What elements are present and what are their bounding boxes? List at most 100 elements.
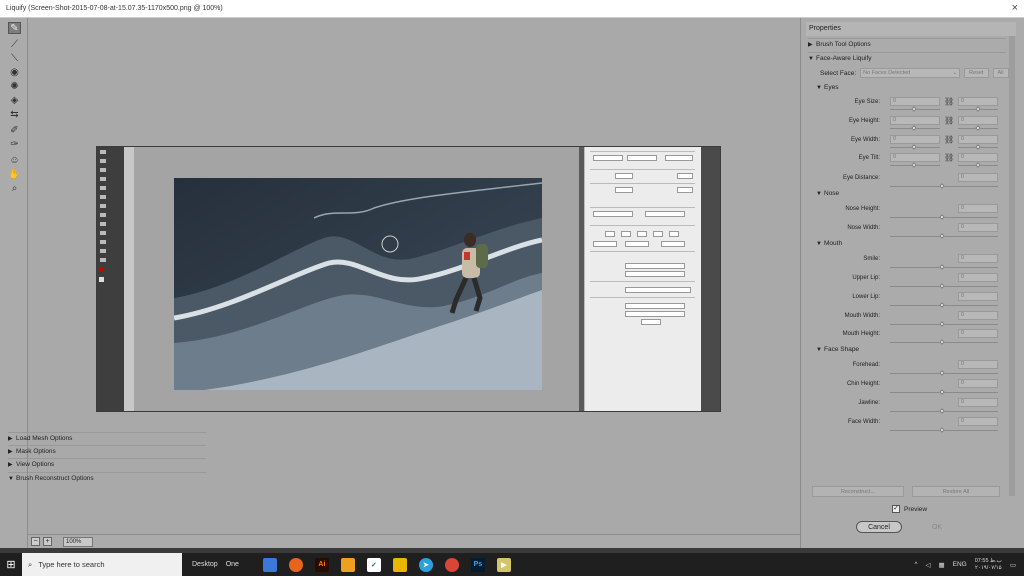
zoom-in-button[interactable]: + (43, 537, 52, 546)
face-width-input[interactable]: 0 (958, 417, 998, 426)
zoom-level-field[interactable]: 100% (63, 536, 93, 547)
nose-height-input[interactable]: 0 (958, 204, 998, 213)
face-tool-icon[interactable]: ☺ (8, 154, 21, 166)
lower-lip-input[interactable]: 0 (958, 292, 998, 301)
ok-button[interactable]: OK (914, 521, 960, 533)
freeze-mask-tool-icon[interactable]: ✐ (8, 124, 21, 136)
mouth-width-input[interactable]: 0 (958, 311, 998, 320)
thaw-mask-tool-icon[interactable]: ✑ (8, 138, 21, 150)
slider-thumb[interactable] (939, 321, 945, 327)
eye-size-right-input[interactable]: 0 (958, 97, 998, 106)
subsection-nose[interactable]: ▼ Nose (816, 190, 839, 197)
network-icon[interactable]: ▦ (939, 561, 945, 569)
windows-start-icon[interactable]: ⊞ (0, 553, 22, 576)
slider-thumb[interactable] (939, 370, 945, 376)
reconstruct-tool-icon[interactable]: ⟋ (8, 38, 21, 50)
select-face-dropdown[interactable]: No Faces Detected ⌄ (860, 68, 961, 78)
zoom-tool-icon[interactable]: ⌕ (8, 182, 21, 194)
section-view-options[interactable]: ▶ View Options (8, 458, 206, 470)
subsection-mouth[interactable]: ▼ Mouth (816, 240, 842, 247)
mouth-height-input[interactable]: 0 (958, 329, 998, 338)
link-icon[interactable]: ⛓ (944, 97, 954, 106)
eye-distance-input[interactable]: 0 (958, 173, 998, 182)
cancel-button[interactable]: Cancel (856, 521, 902, 533)
slider-thumb[interactable] (939, 408, 945, 414)
folder-icon[interactable] (392, 557, 407, 572)
eye-width-left-input[interactable]: 0 (890, 135, 940, 144)
all-button[interactable]: All (992, 68, 1009, 78)
upper-lip-input[interactable]: 0 (958, 273, 998, 282)
chrome-icon[interactable] (444, 557, 459, 572)
slider-thumb[interactable] (939, 283, 945, 289)
smile-input[interactable]: 0 (958, 254, 998, 263)
slider-thumb[interactable] (939, 302, 945, 308)
forward-warp-tool-icon[interactable]: ✎ (8, 22, 21, 34)
volume-icon[interactable]: ◁ (926, 561, 931, 569)
jawline-input[interactable]: 0 (958, 398, 998, 407)
eye-height-left-input[interactable]: 0 (890, 116, 940, 125)
bloat-tool-icon[interactable]: ◈ (8, 94, 21, 106)
section-mask-options[interactable]: ▶ Mask Options (8, 445, 206, 457)
subsection-face-shape[interactable]: ▼ Face Shape (816, 346, 859, 353)
slider-thumb[interactable] (975, 144, 981, 150)
photoshop-icon[interactable]: Ps (470, 557, 485, 572)
slider-thumb[interactable] (975, 125, 981, 131)
link-icon[interactable]: ⛓ (944, 116, 954, 125)
slider-thumb[interactable] (939, 264, 945, 270)
clock[interactable]: 07:55 ب.ظ ۲۰۱۹/۰۷/۱۵ (975, 558, 1002, 572)
illustrator-icon[interactable]: Ai (314, 557, 329, 572)
restore-all-button[interactable]: Restore All (912, 486, 1000, 497)
app-icon[interactable]: ✓ (366, 557, 381, 572)
eye-width-right-input[interactable]: 0 (958, 135, 998, 144)
preview-checkbox-row[interactable]: ✓ Preview (892, 505, 927, 513)
section-load-mesh-options[interactable]: ▶ Load Mesh Options (8, 432, 206, 444)
smooth-tool-icon[interactable]: ⟍ (8, 52, 21, 64)
pucker-tool-icon[interactable]: ✺ (8, 80, 21, 92)
onedrive-label[interactable]: One (226, 561, 239, 568)
eye-tilt-left-input[interactable]: 0 (890, 153, 940, 162)
notifications-icon[interactable]: ▭ (1010, 561, 1016, 569)
slider-thumb[interactable] (939, 339, 945, 345)
reset-button[interactable]: Reset (964, 68, 989, 78)
properties-scrollbar[interactable] (1009, 36, 1015, 496)
section-face-aware-liquify[interactable]: ▼ Face-Aware Liquify (808, 52, 1006, 64)
language-indicator[interactable]: ENG (953, 561, 967, 568)
hand-tool-icon[interactable]: ✋ (8, 168, 21, 180)
slider-thumb[interactable] (939, 389, 945, 395)
preview-checkbox[interactable]: ✓ (892, 505, 900, 513)
slider-thumb[interactable] (939, 214, 945, 220)
slider-thumb[interactable] (911, 144, 917, 150)
slider-thumb[interactable] (911, 125, 917, 131)
telegram-icon[interactable]: ➤ (418, 557, 433, 572)
taskbar-search-box[interactable]: ⌕ Type here to search (22, 553, 182, 576)
eye-height-right-input[interactable]: 0 (958, 116, 998, 125)
reconstruct-button[interactable]: Reconstruct... (812, 486, 904, 497)
nose-width-input[interactable]: 0 (958, 223, 998, 232)
eye-size-left-input[interactable]: 0 (890, 97, 940, 106)
zoom-out-button[interactable]: − (31, 537, 40, 546)
section-brush-tool-options[interactable]: ▶ Brush Tool Options (808, 38, 1006, 50)
slider-thumb[interactable] (911, 106, 917, 112)
slider-thumb[interactable] (939, 233, 945, 239)
push-left-tool-icon[interactable]: ⇆ (8, 108, 21, 120)
chin-height-input[interactable]: 0 (958, 379, 998, 388)
close-icon[interactable]: × (1012, 2, 1018, 14)
twirl-tool-icon[interactable]: ◉ (8, 66, 21, 78)
slider-thumb[interactable] (975, 106, 981, 112)
file-explorer-icon[interactable] (262, 557, 277, 572)
slider-thumb[interactable] (975, 162, 981, 168)
link-icon[interactable]: ⛓ (944, 135, 954, 144)
firefox-icon[interactable] (288, 557, 303, 572)
eye-tilt-right-input[interactable]: 0 (958, 153, 998, 162)
forehead-input[interactable]: 0 (958, 360, 998, 369)
subsection-eyes[interactable]: ▼ Eyes (816, 84, 838, 91)
chevron-up-icon[interactable]: ^ (914, 561, 917, 568)
slider-thumb[interactable] (939, 427, 945, 433)
desktop-toolbar-label[interactable]: Desktop (192, 561, 218, 568)
app-icon[interactable]: ▶ (496, 557, 511, 572)
slider-thumb[interactable] (939, 183, 945, 189)
link-icon[interactable]: ⛓ (944, 153, 954, 162)
slider-thumb[interactable] (911, 162, 917, 168)
app-icon[interactable] (340, 557, 355, 572)
section-brush-reconstruct-options[interactable]: ▼ Brush Reconstruct Options (8, 472, 206, 484)
